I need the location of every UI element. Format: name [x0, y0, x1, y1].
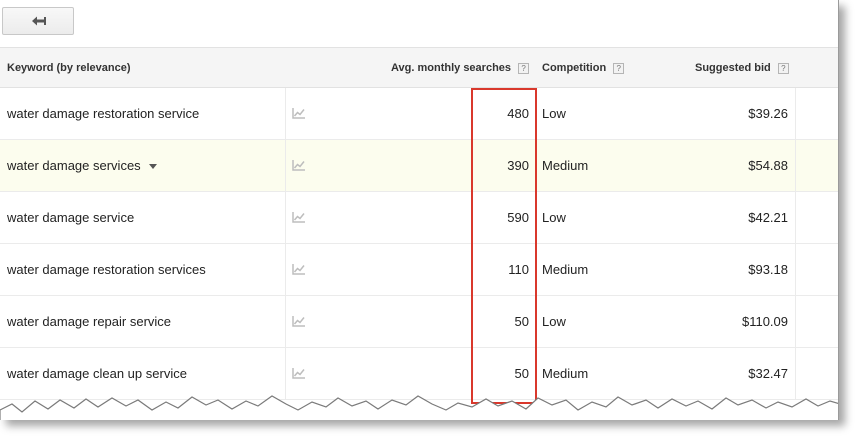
column-divider: [795, 88, 796, 139]
column-divider: [795, 192, 796, 243]
back-button[interactable]: [2, 7, 74, 35]
column-divider: [285, 244, 286, 295]
column-header-keyword[interactable]: Keyword (by relevance): [7, 48, 131, 88]
trend-chart-icon[interactable]: [292, 263, 306, 275]
keyword-cell[interactable]: water damage services: [7, 140, 157, 191]
keyword-label: water damage services: [7, 158, 141, 173]
keyword-cell[interactable]: water damage restoration services: [7, 244, 206, 295]
table-row[interactable]: water damage service 590 Low $42.21: [0, 192, 838, 244]
column-header-searches-label: Avg. monthly searches: [391, 62, 512, 74]
avg-monthly-searches-cell: 480: [507, 106, 529, 121]
avg-monthly-searches-cell: 590: [507, 210, 529, 225]
suggested-bid-cell: $54.88: [748, 158, 788, 173]
help-icon[interactable]: ?: [777, 62, 789, 74]
column-header-keyword-label: Keyword (by relevance): [7, 62, 131, 74]
table-row[interactable]: water damage restoration services 110 Me…: [0, 244, 838, 296]
column-divider: [795, 296, 796, 347]
column-header-searches[interactable]: Avg. monthly searches ?: [391, 48, 530, 88]
competition-cell: Low: [542, 314, 566, 329]
suggested-bid-cell: $39.26: [748, 106, 788, 121]
competition-cell: Medium: [542, 262, 589, 277]
avg-monthly-searches-cell: 390: [507, 158, 529, 173]
column-header-competition-label: Competition: [542, 62, 607, 74]
dropdown-caret-icon[interactable]: [148, 164, 157, 170]
keyword-cell[interactable]: water damage repair service: [7, 296, 171, 347]
avg-monthly-searches-cell: 50: [514, 314, 529, 329]
keyword-planner-window: Keyword (by relevance) Avg. monthly sear…: [0, 0, 839, 420]
competition-cell: Medium: [542, 158, 589, 173]
table-row[interactable]: water damage repair service 50 Low $110.…: [0, 296, 838, 348]
table-row[interactable]: water damage restoration service 480 Low…: [0, 88, 838, 140]
keyword-table-body: water damage restoration service 480 Low…: [0, 88, 838, 400]
trend-chart-icon[interactable]: [292, 367, 306, 379]
keyword-cell[interactable]: water damage restoration service: [7, 88, 199, 139]
trend-chart-icon[interactable]: [292, 107, 306, 119]
column-divider: [795, 244, 796, 295]
column-divider: [285, 192, 286, 243]
column-divider: [285, 88, 286, 139]
suggested-bid-cell: $110.09: [741, 314, 788, 329]
trend-chart-icon[interactable]: [292, 315, 306, 327]
competition-cell: Low: [542, 210, 566, 225]
table-header: Keyword (by relevance) Avg. monthly sear…: [0, 47, 838, 88]
trend-chart-icon[interactable]: [292, 211, 306, 223]
table-row[interactable]: water damage services 390 Medium $54.88: [0, 140, 838, 192]
help-icon[interactable]: ?: [518, 62, 530, 74]
back-arrow-icon: [32, 16, 46, 26]
column-header-bid[interactable]: Suggested bid ?: [695, 48, 789, 88]
suggested-bid-cell: $93.18: [748, 262, 788, 277]
torn-edge-decoration: [0, 395, 838, 420]
suggested-bid-cell: $42.21: [748, 210, 788, 225]
column-header-competition[interactable]: Competition ?: [542, 48, 625, 88]
toolbar: [0, 0, 838, 47]
help-icon[interactable]: ?: [613, 62, 625, 74]
column-divider: [795, 140, 796, 191]
column-divider: [285, 140, 286, 191]
avg-monthly-searches-cell: 110: [508, 262, 529, 277]
column-divider: [285, 296, 286, 347]
keyword-cell[interactable]: water damage service: [7, 192, 134, 243]
competition-cell: Low: [542, 106, 566, 121]
trend-chart-icon[interactable]: [292, 159, 306, 171]
column-header-bid-label: Suggested bid: [695, 62, 771, 74]
